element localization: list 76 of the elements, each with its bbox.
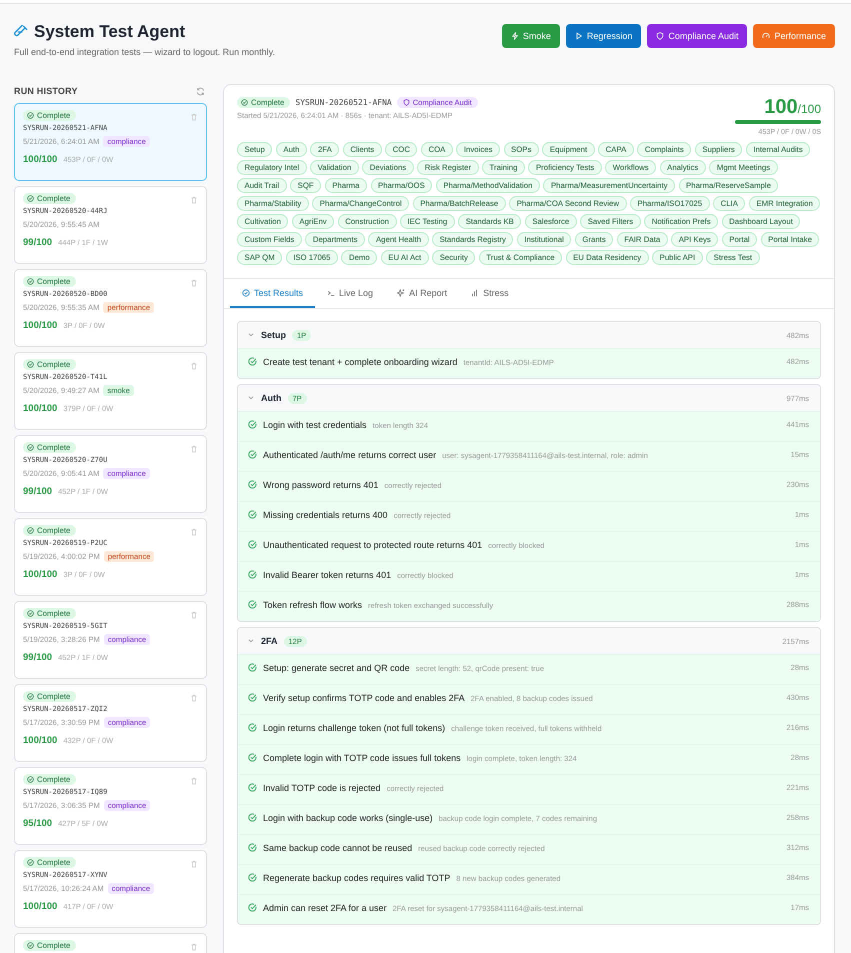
check-circle-icon — [241, 99, 248, 106]
run-mode-button[interactable]: Regression — [566, 24, 642, 48]
refresh-icon[interactable] — [196, 86, 205, 96]
trash-icon[interactable] — [190, 777, 198, 785]
run-score: 100/100 — [23, 320, 58, 331]
test-name: Login with test credentials — [263, 420, 367, 430]
test-name: Token refresh flow works — [263, 600, 362, 610]
check-circle-icon — [27, 693, 34, 700]
test-name: Complete login with TOTP code issues full tokens — [263, 753, 461, 763]
run-id: SYSRUN-20260521-AFNA — [295, 98, 392, 107]
sidebar-title: RUN HISTORY — [14, 86, 78, 96]
check-circle-icon — [27, 942, 34, 949]
check-circle-icon — [27, 610, 34, 617]
check-circle-icon — [27, 195, 34, 202]
trash-icon[interactable] — [190, 528, 198, 536]
tab[interactable]: Stress — [459, 279, 521, 308]
run-score: 100/100 — [23, 735, 58, 746]
trash-icon[interactable] — [190, 445, 198, 453]
run-score: 99/100 — [23, 652, 52, 663]
lightning-icon — [510, 32, 519, 40]
run-mode-button[interactable]: Compliance Audit — [647, 24, 748, 48]
trash-icon[interactable] — [190, 279, 198, 287]
test-name: Same backup code cannot be reused — [263, 843, 412, 853]
test-name: Invalid TOTP code is rejected — [263, 783, 381, 793]
test-tube-icon — [14, 25, 28, 39]
gauge-icon — [762, 32, 770, 40]
test-name: Unauthenticated request to protected route returns 401 — [263, 540, 482, 550]
run-score: 100/100 — [23, 403, 58, 414]
trash-icon[interactable] — [190, 694, 198, 702]
run-score: 100/100 — [23, 569, 58, 580]
check-circle-icon — [27, 361, 34, 368]
run-mode-button[interactable]: Smoke — [502, 24, 560, 48]
check-circle-icon — [27, 444, 34, 451]
trash-icon[interactable] — [190, 113, 198, 121]
check-circle-icon — [27, 859, 34, 866]
test-name: Login returns challenge token (not full tokens) — [263, 723, 446, 733]
trash-icon[interactable] — [190, 611, 198, 619]
tab[interactable]: Live Log — [315, 279, 386, 308]
check-circle-icon — [27, 527, 34, 534]
test-name: Wrong password returns 401 — [263, 480, 378, 490]
tab[interactable]: AI Report — [385, 279, 460, 308]
trash-icon[interactable] — [190, 860, 198, 868]
chevron-icon — [247, 637, 255, 645]
shield-icon — [402, 99, 410, 106]
test-name: Create test tenant + complete onboarding wizard — [263, 357, 458, 367]
check-circle-icon — [27, 112, 34, 119]
page-title: System Test Agent — [34, 22, 186, 42]
chevron-icon — [247, 394, 255, 402]
test-name: Admin can reset 2FA for a user — [263, 903, 387, 913]
test-name: Invalid Bearer token returns 401 — [263, 570, 392, 580]
page-subtitle: Full end-to-end integration tests — wizard to logout. Run monthly. — [14, 47, 275, 57]
test-name: Missing credentials returns 400 — [263, 510, 388, 520]
run-score: 100/100 — [23, 901, 58, 912]
chevron-icon — [247, 331, 255, 339]
trash-icon[interactable] — [190, 196, 198, 204]
test-name: Regenerate backup codes requires valid TOTP — [263, 873, 450, 883]
check-circle-icon — [27, 776, 34, 783]
play-icon — [574, 32, 583, 40]
terminal-icon — [327, 289, 336, 297]
sparkles-icon — [397, 289, 406, 297]
trash-icon[interactable] — [190, 362, 198, 370]
shield-icon — [656, 32, 664, 40]
trash-icon[interactable] — [190, 943, 198, 951]
run-score: 100/100 — [23, 154, 58, 165]
run-score: 95/100 — [23, 818, 52, 829]
check-circle-icon — [27, 278, 34, 285]
test-name: Verify setup confirms TOTP code and enables 2FA — [263, 693, 465, 703]
tab[interactable]: Test Results — [230, 279, 316, 308]
test-name: Authenticated /auth/me returns correct user — [263, 450, 436, 460]
test-name: Setup: generate secret and QR code — [263, 663, 410, 673]
test-name: Login with backup code works (single-use) — [263, 813, 433, 823]
run-score: 99/100 — [23, 486, 52, 497]
score-value: 100/100 — [764, 97, 821, 117]
run-score: 99/100 — [23, 237, 52, 248]
bar-chart-icon — [471, 289, 480, 297]
check-circle-icon — [242, 289, 250, 297]
